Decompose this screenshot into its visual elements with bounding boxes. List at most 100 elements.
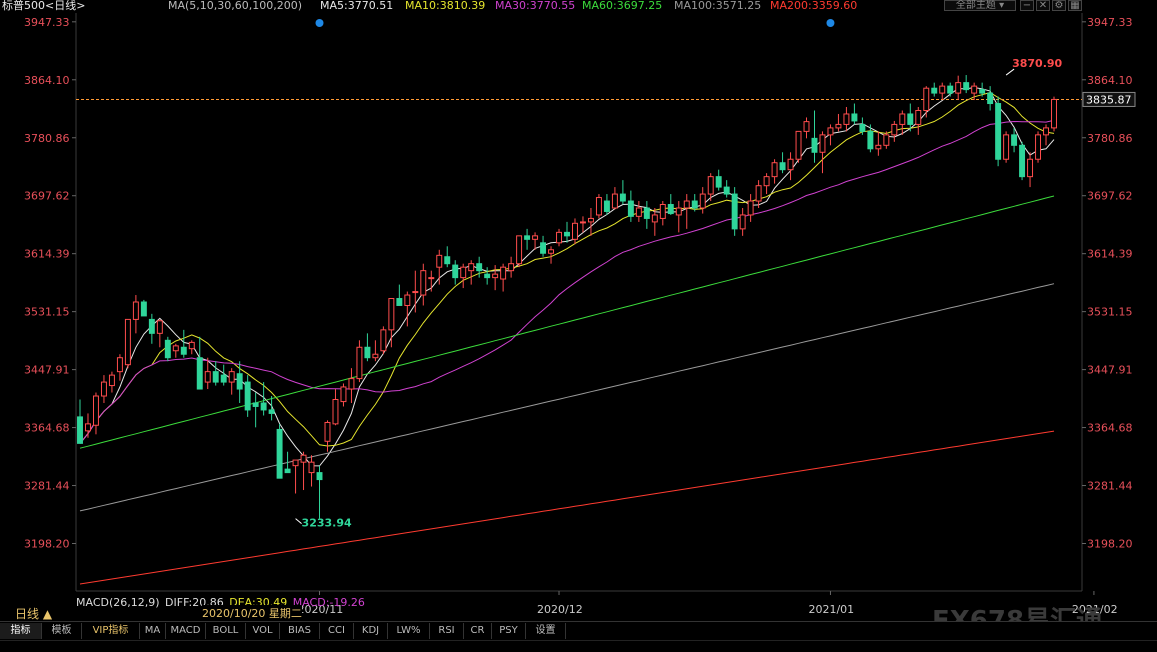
- tab-cr[interactable]: CR: [464, 623, 492, 639]
- y-tick-label-left: 3697.62: [24, 190, 70, 203]
- candle-up: [516, 235, 523, 268]
- y-tick-label-left: 3614.39: [24, 248, 70, 261]
- tab-settings[interactable]: 设置: [526, 623, 566, 639]
- candle-body: [85, 423, 91, 432]
- y-tick-label-right: 3281.44: [1087, 480, 1133, 493]
- settings-icon[interactable]: ⚙: [1052, 0, 1066, 11]
- candle-body: [811, 137, 818, 153]
- last-price-label: 3835.87: [1086, 93, 1132, 106]
- candle-body: [300, 454, 307, 463]
- candle-up: [92, 392, 99, 435]
- candle-up: [348, 368, 355, 403]
- tab-cci[interactable]: CCI: [320, 623, 354, 639]
- candle-down: [564, 221, 570, 243]
- candle-down: [316, 465, 323, 519]
- tab-vol[interactable]: VOL: [246, 623, 280, 639]
- y-tick-label-right: 3198.20: [1087, 538, 1133, 551]
- candle-body: [380, 329, 387, 352]
- tab-vip-indicators[interactable]: VIP指标: [82, 623, 140, 639]
- candle-up: [835, 113, 842, 132]
- candle-up: [899, 110, 906, 135]
- candle-body: [595, 197, 602, 216]
- candle-body: [532, 235, 539, 240]
- tab-boll[interactable]: BOLL: [206, 623, 246, 639]
- ma5-line: [79, 86, 1055, 467]
- y-tick-label-right: 3614.39: [1087, 248, 1133, 261]
- tab-psy[interactable]: PSY: [492, 623, 526, 639]
- candle-body: [540, 242, 547, 254]
- ma-params-label[interactable]: MA(5,10,30,60,100,200): [168, 0, 302, 11]
- candle-up: [85, 413, 91, 438]
- candle-body: [204, 371, 211, 383]
- candle-body: [875, 144, 882, 150]
- candle-up: [803, 117, 810, 139]
- candle-body: [835, 123, 842, 129]
- candle-down: [212, 361, 219, 386]
- candle-down: [484, 267, 491, 285]
- tab-templates[interactable]: 模板: [42, 623, 82, 639]
- candle-body: [707, 176, 714, 195]
- candle-up: [763, 173, 770, 195]
- candle-body: [755, 185, 762, 202]
- candle-body: [292, 459, 299, 467]
- candle-body: [564, 231, 570, 237]
- candle-body: [787, 158, 794, 171]
- candle-body: [987, 92, 994, 105]
- candle-down: [963, 75, 970, 94]
- tab-rsi[interactable]: RSI: [430, 623, 464, 639]
- candle-up: [587, 207, 594, 236]
- ma10-line: [79, 92, 1055, 447]
- candle-down: [396, 284, 403, 306]
- high-price-label: 3870.90: [1012, 57, 1062, 70]
- event-marker-dot: [315, 19, 324, 27]
- candle-up: [492, 265, 499, 291]
- minus-icon[interactable]: −: [1020, 0, 1034, 11]
- candle-down: [364, 333, 371, 362]
- tab-bias[interactable]: BIAS: [280, 623, 320, 639]
- ma100-line: [79, 283, 1055, 512]
- candle-body: [228, 371, 235, 383]
- tab-indicators[interactable]: 指标: [0, 623, 42, 639]
- tab-kdj[interactable]: KDJ: [354, 623, 388, 639]
- candle-body: [396, 298, 403, 306]
- low-price-label: 3233.94: [302, 517, 352, 530]
- candle-up: [428, 270, 435, 292]
- candle-body: [156, 320, 163, 334]
- candle-up: [468, 260, 475, 285]
- tab-lw[interactable]: LW%: [388, 623, 430, 639]
- grid-icon[interactable]: ▦: [1068, 0, 1082, 11]
- ma200-value: MA200:3359.60: [770, 0, 858, 12]
- candle-up: [955, 75, 962, 101]
- candle-up: [228, 368, 235, 395]
- candle-body: [979, 89, 986, 94]
- candle-body: [508, 263, 515, 272]
- candle-up: [460, 263, 467, 289]
- price-chart[interactable]: 3835.87 3870.90 3233.94 3947.33 3947.33 386…: [0, 0, 1157, 652]
- candle-down: [987, 86, 994, 111]
- cross-icon[interactable]: ✕: [1036, 0, 1050, 11]
- candle-body: [220, 374, 227, 383]
- candle-body: [867, 130, 874, 150]
- symbol-label[interactable]: 标普500<日线>: [2, 0, 85, 11]
- candle-up: [827, 124, 834, 146]
- candle-body: [460, 266, 467, 279]
- candle-body: [611, 193, 618, 209]
- candle-down: [220, 364, 227, 386]
- tab-macd[interactable]: MACD: [166, 623, 206, 639]
- macd-title[interactable]: MACD(26,12,9): [76, 596, 160, 609]
- candle-up: [883, 131, 890, 149]
- theme-dropdown[interactable]: 全部主题 ▾: [944, 0, 1016, 11]
- candle-body: [731, 193, 738, 230]
- period-selector[interactable]: 日线 ▲: [15, 605, 52, 622]
- candle-down: [252, 392, 259, 428]
- ma30-line: [79, 119, 1055, 444]
- y-tick-label-right: 3697.62: [1087, 190, 1133, 203]
- candle-up: [923, 86, 930, 118]
- candle-body: [723, 186, 730, 195]
- candle-body: [172, 345, 179, 352]
- tab-ma[interactable]: MA: [140, 623, 166, 639]
- candle-up: [404, 291, 411, 327]
- ma5-value: MA5:3770.51: [320, 0, 394, 12]
- candle-up: [156, 319, 163, 348]
- candle-up: [611, 187, 618, 210]
